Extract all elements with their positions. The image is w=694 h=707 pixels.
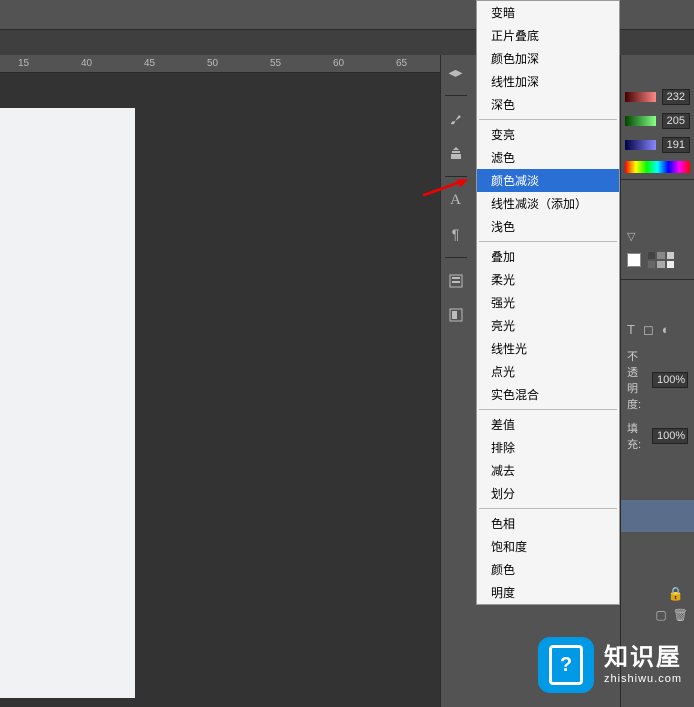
blend-mode-option[interactable]: 差值 [477,413,619,436]
watermark-subtitle: zhishiwu.com [604,673,682,686]
blend-mode-option-selected[interactable]: 颜色减淡 [477,169,619,192]
layer-footer: ▢ 🗑 [621,602,694,628]
slider-value[interactable]: 232 [662,89,690,105]
slider-value[interactable]: 191 [662,137,690,153]
slider-gradient [625,116,656,126]
watermark-logo-icon: ? [538,637,594,693]
lock-icon[interactable]: 🔒 [621,586,694,602]
document-image [0,108,135,698]
blend-mode-option[interactable]: 明度 [477,581,619,604]
blend-mode-option[interactable]: 正片叠底 [477,24,619,47]
blend-mode-option[interactable]: 颜色加深 [477,47,619,70]
fill-label: 填充: [627,420,648,452]
ruler-tick: 40 [81,58,144,69]
layer-item-selected[interactable] [621,500,694,532]
menu-divider [479,119,617,120]
menu-divider [479,409,617,410]
opacity-value[interactable]: 100% [652,372,688,388]
brush-panel-icon[interactable] [445,108,467,130]
blend-mode-option[interactable]: 划分 [477,482,619,505]
horizontal-ruler: 15 40 45 50 55 60 65 [0,55,444,73]
blend-mode-option[interactable]: 深色 [477,93,619,116]
blend-mode-option[interactable]: 亮光 [477,314,619,337]
ruler-tick: 15 [18,58,81,69]
blend-mode-option[interactable]: 强光 [477,291,619,314]
blend-mode-dropdown: 变暗 正片叠底 颜色加深 线性加深 深色 变亮 滤色 颜色减淡 线性减淡（添加）… [476,0,620,605]
blend-mode-option[interactable]: 饱和度 [477,535,619,558]
slider-value[interactable]: 205 [662,113,690,129]
ruler-tick: 55 [270,58,333,69]
blend-mode-option[interactable]: 排除 [477,436,619,459]
ruler-tick: 45 [144,58,207,69]
info-panel-icon[interactable] [445,304,467,326]
canvas-area[interactable] [0,73,440,707]
hue-ramp[interactable] [625,161,690,173]
blend-mode-option[interactable]: 点光 [477,360,619,383]
smart-filter-icon[interactable]: ◐ [662,322,670,338]
menu-divider [479,508,617,509]
color-slider-g[interactable]: 205 [621,109,694,133]
watermark-title: 知识屋 [604,644,682,673]
blend-mode-option[interactable]: 线性加深 [477,70,619,93]
ruler-tick: 65 [396,58,444,69]
fill-field[interactable]: 填充: 100% [621,416,694,456]
blend-mode-option[interactable]: 滤色 [477,146,619,169]
swatch-grid-icon[interactable] [647,251,675,269]
fill-value[interactable]: 100% [652,428,688,444]
clone-panel-icon[interactable] [445,142,467,164]
triangle-icon: ▽ [627,230,635,243]
color-slider-r[interactable]: 232 [621,85,694,109]
blend-mode-option[interactable]: 叠加 [477,245,619,268]
watermark: ? 知识屋 zhishiwu.com [538,637,682,693]
type-filter-icon[interactable]: T [627,322,635,338]
opacity-label: 不透明度: [627,348,648,412]
right-panel-group: 232 205 191 ▽ T ◻ ◐ 不透明度: 100% 填充: 100% … [620,55,694,707]
blend-mode-option[interactable]: 变亮 [477,123,619,146]
blend-mode-option[interactable]: 线性减淡（添加） [477,192,619,215]
collapsed-panel-dock: ◂▸ A ¶ [440,55,470,707]
blend-mode-option[interactable]: 减去 [477,459,619,482]
blend-mode-option[interactable]: 变暗 [477,1,619,24]
slider-gradient [625,140,656,150]
menu-divider [479,241,617,242]
color-slider-b[interactable]: 191 [621,133,694,157]
blend-mode-option[interactable]: 线性光 [477,337,619,360]
ruler-tick: 50 [207,58,270,69]
blend-mode-option[interactable]: 柔光 [477,268,619,291]
character-panel-icon[interactable]: A [445,189,467,211]
trash-icon[interactable]: 🗑 [673,608,688,622]
new-layer-icon[interactable]: ▢ [655,608,666,622]
ruler-tick: 60 [333,58,396,69]
opacity-field[interactable]: 不透明度: 100% [621,344,694,416]
blend-mode-option[interactable]: 色相 [477,512,619,535]
collapse-dock-icon[interactable]: ◂▸ [445,61,467,83]
paragraph-panel-icon[interactable]: ¶ [445,223,467,245]
blend-mode-option[interactable]: 实色混合 [477,383,619,406]
swatch-icon[interactable] [627,253,641,267]
shape-filter-icon[interactable]: ◻ [643,322,654,338]
layer-filter-row: T ◻ ◐ [621,316,694,344]
properties-panel-icon[interactable] [445,270,467,292]
slider-gradient [625,92,656,102]
blend-mode-option[interactable]: 浅色 [477,215,619,238]
blend-mode-option[interactable]: 颜色 [477,558,619,581]
